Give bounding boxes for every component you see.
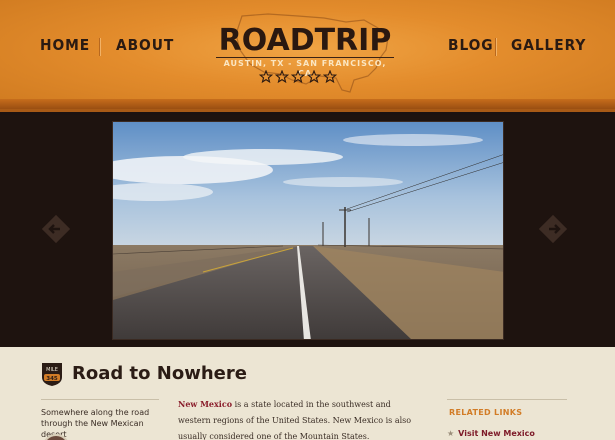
nav-divider — [99, 38, 100, 56]
nav-blog-link[interactable]: BLOG — [448, 36, 494, 54]
nav-divider — [495, 38, 496, 56]
related-divider — [447, 399, 567, 400]
star-icon — [258, 70, 274, 84]
post-content: MILE 345 Road to Nowhere Somewhere along… — [0, 347, 615, 440]
badge-top-text: MILE — [46, 367, 58, 373]
nav-about-link[interactable]: ABOUT — [116, 36, 174, 54]
star-icon — [290, 70, 306, 84]
caption-divider — [41, 399, 159, 400]
star-icon — [322, 70, 338, 84]
nav-home-link[interactable]: HOME — [40, 36, 90, 54]
site-logo-title[interactable]: ROADTRIP — [216, 24, 394, 58]
nav-gallery-link[interactable]: GALLERY — [511, 36, 586, 54]
photo-slideshow — [0, 115, 615, 347]
star-icon — [274, 70, 290, 84]
post-body: New Mexico is a state located in the sou… — [178, 396, 423, 440]
related-link-label: Visit New Mexico — [458, 429, 535, 438]
arrow-left-icon[interactable] — [39, 212, 73, 246]
route-shield-icon: MILE 345 — [42, 363, 62, 386]
related-link[interactable]: ★ Visit New Mexico — [447, 429, 535, 438]
post-title: Road to Nowhere — [72, 363, 247, 384]
arrow-right-icon[interactable] — [536, 212, 570, 246]
rating-stars — [258, 70, 338, 84]
star-icon: ★ — [447, 429, 455, 438]
featured-photo — [112, 121, 504, 340]
star-icon — [306, 70, 322, 84]
desert-road-image — [113, 122, 503, 339]
site-header: HOME ABOUT ROADTRIP AUSTIN, TX - SAN FRA… — [0, 0, 615, 112]
related-links-heading: RELATED LINKS — [449, 408, 523, 417]
post-body-link[interactable]: New Mexico — [178, 399, 232, 409]
badge-number-text: 345 — [46, 376, 58, 382]
